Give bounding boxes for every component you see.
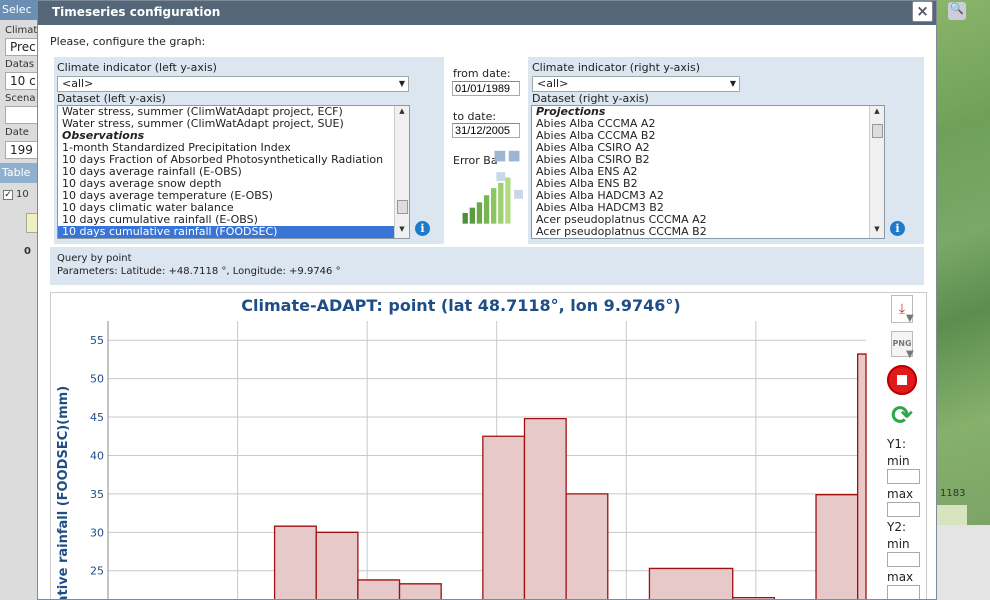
background-table-header: Table — [0, 163, 40, 183]
y-tick-label: 50 — [90, 373, 104, 386]
y-axis-label: ulative rainfall (FOODSEC)(mm) — [56, 386, 71, 600]
download-arrow-icon: ▼ — [906, 349, 914, 360]
y-tick-label: 55 — [90, 334, 104, 347]
data-step-fill — [482, 436, 525, 599]
background-label-dataset: Datas — [5, 59, 35, 70]
background-table-checkbox-label: 10 — [16, 189, 29, 200]
left-indicator-label: Climate indicator (left y-axis) — [57, 61, 217, 74]
y1-min-label: min — [887, 454, 910, 468]
download-arrow-icon: ▼ — [906, 313, 914, 324]
chevron-down-icon: ▼ — [729, 79, 736, 88]
y1-max-label: max — [887, 487, 914, 501]
signal-bar — [505, 177, 511, 224]
y1-label: Y1: — [887, 437, 907, 451]
left-indicator-value: <all> — [62, 77, 94, 90]
background-label-scenario: Scena — [5, 93, 36, 104]
loading-square — [508, 150, 520, 162]
y2-min-label: min — [887, 537, 910, 551]
right-dataset-listbox[interactable]: Projections Abies Alba CCCMA A2 Abies Alba… — [531, 105, 885, 239]
loading-square — [514, 189, 523, 199]
left-dataset-listbox[interactable]: Water stress, summer (ClimWatAdapt proje… — [57, 105, 410, 239]
signal-bar — [483, 195, 490, 224]
intro-text: Please, configure the graph: — [50, 35, 206, 48]
data-step-fill — [316, 532, 358, 599]
y1-min-input[interactable] — [887, 469, 920, 484]
background-map-strip — [937, 505, 967, 525]
y1-max-input[interactable] — [887, 502, 920, 517]
png-label: PNG — [892, 339, 912, 348]
background-table-value: 0 — [24, 246, 31, 257]
data-step-fill — [524, 418, 567, 599]
y-tick-label: 25 — [90, 565, 104, 578]
y2-min-input[interactable] — [887, 552, 920, 567]
signal-bar — [498, 182, 504, 224]
right-indicator-label: Climate indicator (right y-axis) — [532, 61, 700, 74]
right-indicator-value: <all> — [537, 77, 569, 90]
query-parameters: Parameters: Latitude: +48.7118 °, Longit… — [57, 266, 341, 277]
data-step-fill — [566, 493, 608, 599]
data-step-fill — [274, 526, 317, 599]
scroll-thumb[interactable] — [397, 200, 408, 214]
signal-bar — [491, 188, 497, 224]
info-icon[interactable]: i — [890, 221, 905, 236]
background-label-date: Date — [5, 127, 29, 138]
close-icon: × — [916, 2, 929, 20]
stop-icon[interactable] — [887, 365, 917, 395]
info-icon[interactable]: i — [415, 221, 430, 236]
scroll-up-icon[interactable]: ▲ — [395, 107, 409, 119]
loading-square — [494, 150, 506, 162]
left-dataset-scrollbar[interactable]: ▲ ▼ — [394, 106, 409, 238]
left-list-item[interactable]: 10 days cumulative rainfall (FOODSEC) — [58, 226, 409, 238]
right-dataset-label: Dataset (right y-axis) — [532, 92, 649, 105]
background-left-panel — [0, 0, 40, 600]
background-table-checkbox[interactable]: ✓ — [3, 190, 13, 200]
data-step-fill — [399, 583, 442, 599]
scroll-up-icon[interactable]: ▲ — [870, 107, 884, 119]
signal-bar — [462, 213, 468, 224]
left-axis-config: Climate indicator (left y-axis) <all> ▼ … — [54, 57, 444, 244]
background-label-climate: Climat — [5, 25, 38, 36]
scroll-down-icon[interactable]: ▼ — [395, 225, 409, 237]
right-indicator-select[interactable]: <all> ▼ — [532, 76, 740, 92]
data-step-fill — [816, 494, 858, 599]
y2-max-input[interactable] — [887, 585, 920, 599]
scroll-thumb[interactable] — [872, 124, 883, 138]
data-step-fill — [857, 354, 866, 599]
y2-label: Y2: — [887, 520, 907, 534]
y-tick-label: 40 — [90, 449, 104, 462]
close-button[interactable]: × — [912, 1, 933, 22]
right-list-item[interactable]: Acer pseudoplatnus CCCMA B2 — [532, 226, 884, 238]
background-panel-header: Selec — [0, 0, 40, 20]
y-tick-label: 30 — [90, 526, 104, 539]
from-date-input[interactable] — [452, 81, 520, 96]
background-map-coordinate: 1183 — [940, 488, 966, 499]
data-step-fill — [649, 568, 733, 599]
query-mode: Query by point — [57, 253, 132, 264]
chevron-down-icon: ▼ — [398, 79, 405, 88]
query-info: Query by point Parameters: Latitude: +48… — [50, 247, 924, 285]
from-date-label: from date: — [453, 67, 511, 80]
y2-max-label: max — [887, 570, 914, 584]
right-dataset-scrollbar[interactable]: ▲ ▼ — [869, 106, 884, 238]
signal-bar — [476, 202, 483, 224]
map-zoom-icon[interactable]: 🔍 — [948, 2, 966, 20]
dialog-title-bar[interactable]: Timeseries configuration × — [38, 1, 936, 25]
left-indicator-select[interactable]: <all> ▼ — [57, 76, 409, 92]
timeseries-chart[interactable]: 2025303540455055ulative rainfall (FOODSE… — [51, 293, 887, 600]
background-map[interactable] — [937, 0, 990, 525]
timeseries-dialog: Timeseries configuration × Please, confi… — [37, 0, 937, 600]
left-dataset-label: Dataset (left y-axis) — [57, 92, 166, 105]
data-step-fill — [357, 579, 400, 599]
to-date-label: to date: — [453, 110, 497, 123]
to-date-input[interactable] — [452, 123, 520, 138]
loading-square — [496, 172, 506, 181]
y-tick-label: 35 — [90, 488, 104, 501]
y-tick-label: 45 — [90, 411, 104, 424]
signal-bar — [469, 207, 475, 224]
right-axis-config: Climate indicator (right y-axis) <all> ▼… — [528, 57, 924, 244]
dialog-title: Timeseries configuration — [52, 5, 221, 19]
refresh-icon[interactable]: ⟳ — [887, 401, 917, 431]
scroll-down-icon[interactable]: ▼ — [870, 225, 884, 237]
chart-area: Climate-ADAPT: point (lat 48.7118°, lon … — [50, 292, 927, 600]
